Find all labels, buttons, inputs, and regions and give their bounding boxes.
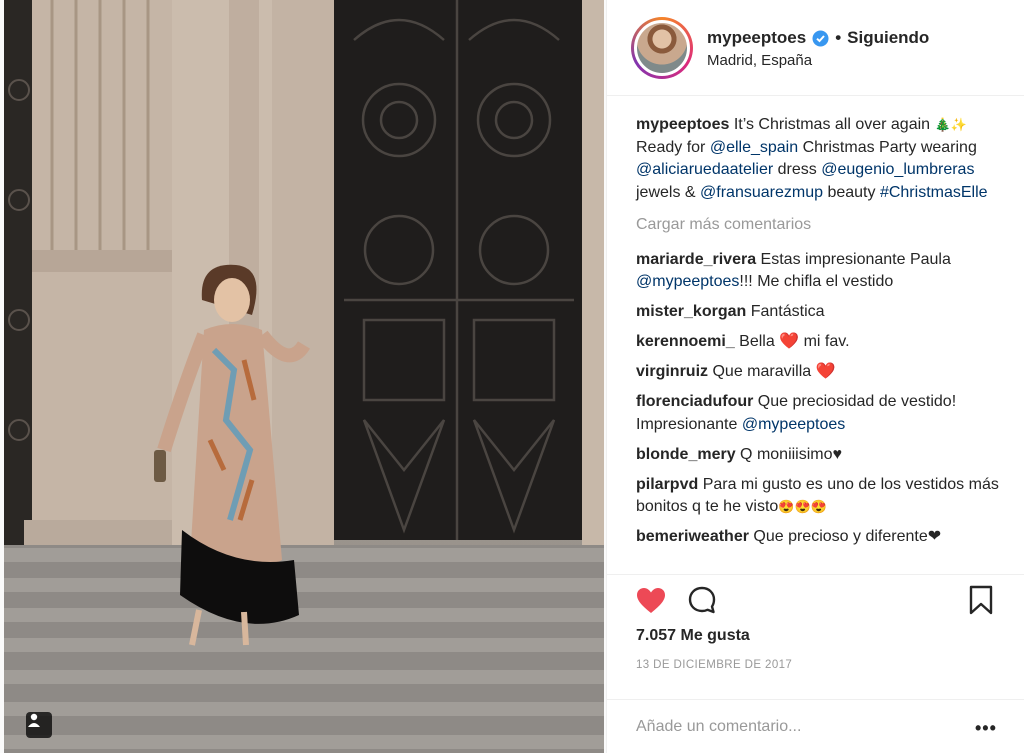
mention-link[interactable]: @mypeeptoes [742,416,845,433]
caption-text: Ready for [636,138,706,156]
heart-emoji-icon: ❤️ [779,333,800,350]
mention-link[interactable]: @eugenio_lumbreras [821,161,974,178]
comment-item: kerennoemi_ Bella ❤️ mi fav. [636,331,1002,354]
comment-username[interactable]: pilarpvd [636,476,698,493]
stairs [4,545,604,753]
comment-text: Bella [739,333,775,350]
comment-text: Fantástica [750,303,825,320]
caption: mypeeptoes It’s Christmas all over again… [636,114,1002,204]
caption-username[interactable]: mypeeptoes [636,116,729,133]
comment-text: Estas impresionante Paula [760,250,951,268]
bookmark-icon[interactable] [967,585,995,615]
mention-link[interactable]: @mypeeptoes [636,273,739,290]
heart-eyes-emoji-icon: 😍😍😍 [778,499,827,514]
comment-username[interactable]: mister_korgan [636,303,746,320]
comment-item: blonde_mery Q moniiisimo♥ [636,444,1002,467]
likes-count[interactable]: 7.057 Me gusta [636,627,750,645]
author-username[interactable]: mypeeptoes [707,28,806,48]
caption-text: jewels & [636,183,696,201]
post-details-panel: mypeeptoes • Siguiendo Madrid, España my… [606,0,1024,753]
comment-username[interactable]: bemeriweather [636,528,749,545]
comment-text: Que precioso y diferente❤ [753,528,942,545]
mention-link[interactable]: @fransuarezmup [700,184,823,201]
verified-badge-icon [812,30,829,47]
comment-item: mariarde_rivera Estas impresionante Paul… [636,249,1002,294]
caption-text: beauty [827,183,876,201]
avatar[interactable] [634,20,690,76]
heart-emoji-icon: ❤️ [815,363,836,380]
left-gate [4,0,34,560]
comment-item: virginruiz Que maravilla ❤️ [636,361,1002,384]
post-header: mypeeptoes • Siguiendo Madrid, España [607,0,1024,96]
separator-dot: • [835,28,842,47]
post-location[interactable]: Madrid, España [707,52,812,69]
comment-item: mister_korgan Fantástica [636,301,1002,324]
post-actions: 7.057 Me gusta 13 DE DICIEMBRE DE 2017 [607,574,1024,699]
load-more-comments-link[interactable]: Cargar más comentarios [636,214,1002,237]
caption-text: dress [777,161,817,178]
comment-text: Q moniiisimo♥ [740,445,843,463]
mention-link[interactable]: @elle_spain [710,139,798,156]
hashtag-link[interactable]: #ChristmasElle [880,184,988,201]
post-date: 13 DE DICIEMBRE DE 2017 [636,659,793,671]
user-tag-icon[interactable] [26,712,52,738]
add-comment-bar: ••• [607,699,1024,753]
caption-emoji: 🎄✨ [934,117,967,132]
post-author-row: mypeeptoes • Siguiendo [707,28,929,48]
following-button[interactable]: Siguiendo [847,28,929,48]
comment-item: pilarpvd Para mi gusto es uno de los ves… [636,474,1002,519]
comments-section: mypeeptoes It’s Christmas all over again… [636,114,1002,556]
more-options-icon[interactable]: ••• [975,718,997,739]
comment-text: mi fav. [803,333,850,350]
comment-username[interactable]: virginruiz [636,363,708,380]
comment-text: !!! Me chifla el vestido [739,273,894,290]
comment-username[interactable]: mariarde_rivera [636,251,756,268]
comment-text: Que maravilla [712,363,812,380]
heart-filled-icon[interactable] [635,585,667,617]
caption-text: It’s Christmas all over again [733,116,931,133]
mention-link[interactable]: @aliciaruedaatelier [636,161,773,178]
comment-username[interactable]: florenciadufour [636,393,753,410]
photo-scene [4,0,604,753]
avatar-story-ring[interactable] [631,17,693,79]
speech-bubble-icon[interactable] [687,585,717,615]
comment-item: bemeriweather Que precioso y diferente❤ [636,526,1002,549]
comment-item: florenciadufour Que preciosidad de vesti… [636,391,1002,436]
caption-text: Christmas Party wearing [802,138,977,156]
post-photo[interactable] [4,0,604,753]
comment-input[interactable] [636,712,956,742]
comment-username[interactable]: blonde_mery [636,446,736,463]
comment-username[interactable]: kerennoemi_ [636,333,735,350]
